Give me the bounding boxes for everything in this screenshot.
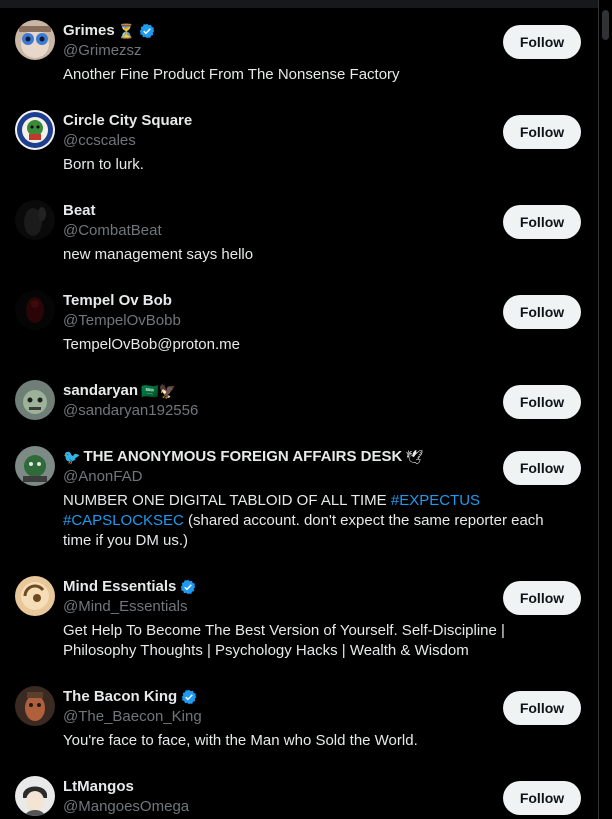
bird-emoji: 🐦 — [63, 448, 81, 465]
follow-button[interactable]: Follow — [503, 451, 581, 485]
user-bio: new management says hello — [63, 246, 254, 263]
verified-badge-icon — [181, 579, 196, 594]
user-cell[interactable]: Circle City Square @ccscales Born to lur… — [0, 98, 598, 188]
user-bio: You're face to face, with the Man who So… — [63, 732, 418, 749]
user-name[interactable]: Circle City Square — [63, 112, 192, 129]
user-cell[interactable]: Tempel Ov Bob @TempelOvBobb TempelOvBob@… — [0, 278, 598, 368]
scrollbar[interactable] — [598, 0, 612, 819]
avatar[interactable] — [15, 110, 55, 150]
user-name[interactable]: Beat — [63, 202, 96, 219]
user-cell[interactable]: Mind Essentials @Mind_Essentials Get Hel… — [0, 564, 598, 674]
follow-button[interactable]: Follow — [503, 385, 581, 419]
dove-emoji: 🕊 — [405, 448, 424, 465]
follow-button[interactable]: Follow — [503, 295, 581, 329]
avatar[interactable] — [15, 380, 55, 420]
follow-button[interactable]: Follow — [503, 25, 581, 59]
user-name[interactable]: sandaryan — [63, 382, 138, 399]
hashtag-link[interactable]: #CAPSLOCKSEC — [63, 512, 184, 529]
verified-badge-icon — [181, 689, 197, 704]
user-bio: Another Fine Product From The Nonsense F… — [63, 66, 400, 83]
avatar[interactable] — [15, 290, 55, 330]
user-bio: TempelOvBob@proton.me — [63, 336, 240, 353]
scrollbar-thumb[interactable] — [602, 10, 609, 40]
follow-button[interactable]: Follow — [503, 115, 581, 149]
user-bio: NUMBER ONE DIGITAL TABLOID OF ALL TIME #… — [63, 491, 563, 551]
user-name[interactable]: LtMangos — [63, 778, 134, 795]
who-to-follow-list: Grimes ⏳ @Grimezsz Another Fine Product … — [0, 8, 598, 819]
user-cell[interactable]: LtMangos @MangoesOmega Follow — [0, 764, 598, 819]
saudi-flag-eagle-emoji: 🇸🇦🦅 — [141, 382, 176, 399]
user-cell[interactable]: 🐦 THE ANONYMOUS FOREIGN AFFAIRS DESK 🕊 @… — [0, 434, 598, 564]
follow-button[interactable]: Follow — [503, 781, 581, 815]
user-name[interactable]: The Bacon King — [63, 688, 177, 705]
user-cell[interactable]: The Bacon King @The_Baecon_King You're f… — [0, 674, 598, 764]
follow-button[interactable]: Follow — [503, 205, 581, 239]
user-name[interactable]: Mind Essentials — [63, 578, 176, 595]
user-cell[interactable]: Beat @CombatBeat new management says hel… — [0, 188, 598, 278]
user-bio: Born to lurk. — [63, 156, 144, 173]
user-name[interactable]: Grimes — [63, 22, 115, 39]
avatar[interactable] — [15, 446, 55, 486]
avatar[interactable] — [15, 20, 55, 60]
hashtag-link[interactable]: #EXPECTUS — [391, 492, 480, 509]
follow-button[interactable]: Follow — [503, 581, 581, 615]
user-cell[interactable]: Grimes ⏳ @Grimezsz Another Fine Product … — [0, 8, 598, 98]
verified-badge-icon — [139, 23, 155, 38]
user-cell[interactable]: sandaryan 🇸🇦🦅 @sandaryan192556 Follow — [0, 368, 598, 434]
top-bar — [0, 0, 598, 8]
user-bio: Get Help To Become The Best Version of Y… — [63, 622, 505, 659]
avatar[interactable] — [15, 200, 55, 240]
user-name[interactable]: Tempel Ov Bob — [63, 292, 172, 309]
avatar[interactable] — [15, 576, 55, 616]
bio-text: NUMBER ONE DIGITAL TABLOID OF ALL TIME — [63, 492, 391, 509]
hourglass-emoji: ⏳ — [117, 22, 136, 39]
avatar[interactable] — [15, 686, 55, 726]
avatar[interactable] — [15, 776, 55, 816]
user-name[interactable]: THE ANONYMOUS FOREIGN AFFAIRS DESK — [83, 448, 402, 465]
follow-button[interactable]: Follow — [503, 691, 581, 725]
